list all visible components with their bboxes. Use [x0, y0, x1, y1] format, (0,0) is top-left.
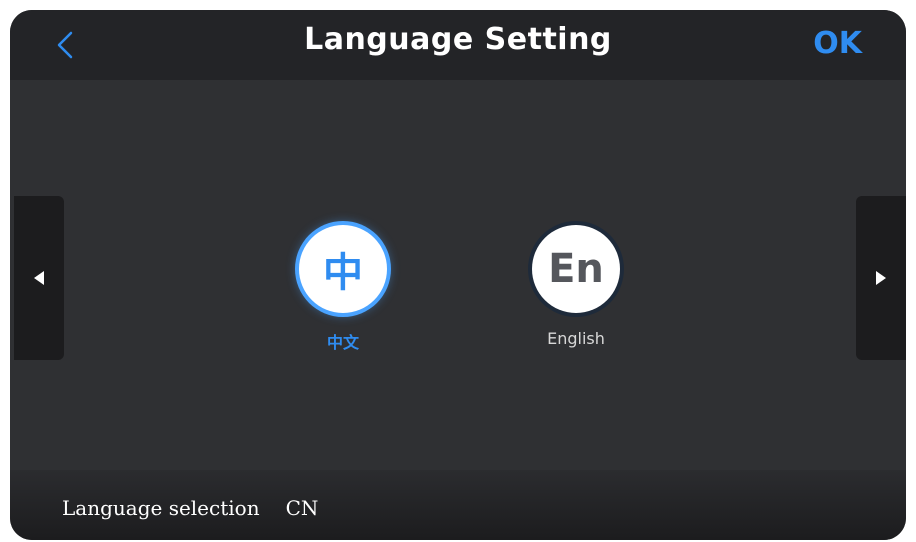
triangle-left-icon	[34, 271, 44, 285]
language-label-english: English	[547, 329, 605, 348]
language-option-english[interactable]: En English	[516, 215, 636, 348]
status-label: Language selection	[62, 496, 260, 520]
next-page-button[interactable]	[856, 196, 906, 360]
language-ring: 中	[289, 215, 397, 323]
chinese-glyph-icon: 中	[323, 250, 363, 296]
prev-page-button[interactable]	[14, 196, 64, 360]
language-disc: 中	[299, 225, 387, 313]
ok-button[interactable]: OK	[813, 26, 862, 61]
language-label-chinese: 中文	[326, 333, 359, 352]
language-option-chinese[interactable]: 中 中文	[283, 215, 403, 353]
header-bar: Language Setting OK	[10, 10, 906, 80]
page-title: Language Setting	[304, 22, 612, 57]
status-line: Language selection CN	[62, 496, 318, 520]
language-ring: En	[522, 215, 630, 323]
language-setting-screen: Language Setting OK 中 中文 En English Lang…	[10, 10, 906, 540]
language-disc: En	[532, 225, 620, 313]
status-value: CN	[285, 496, 319, 520]
triangle-right-icon	[876, 271, 886, 285]
english-glyph-icon: En	[548, 246, 604, 292]
